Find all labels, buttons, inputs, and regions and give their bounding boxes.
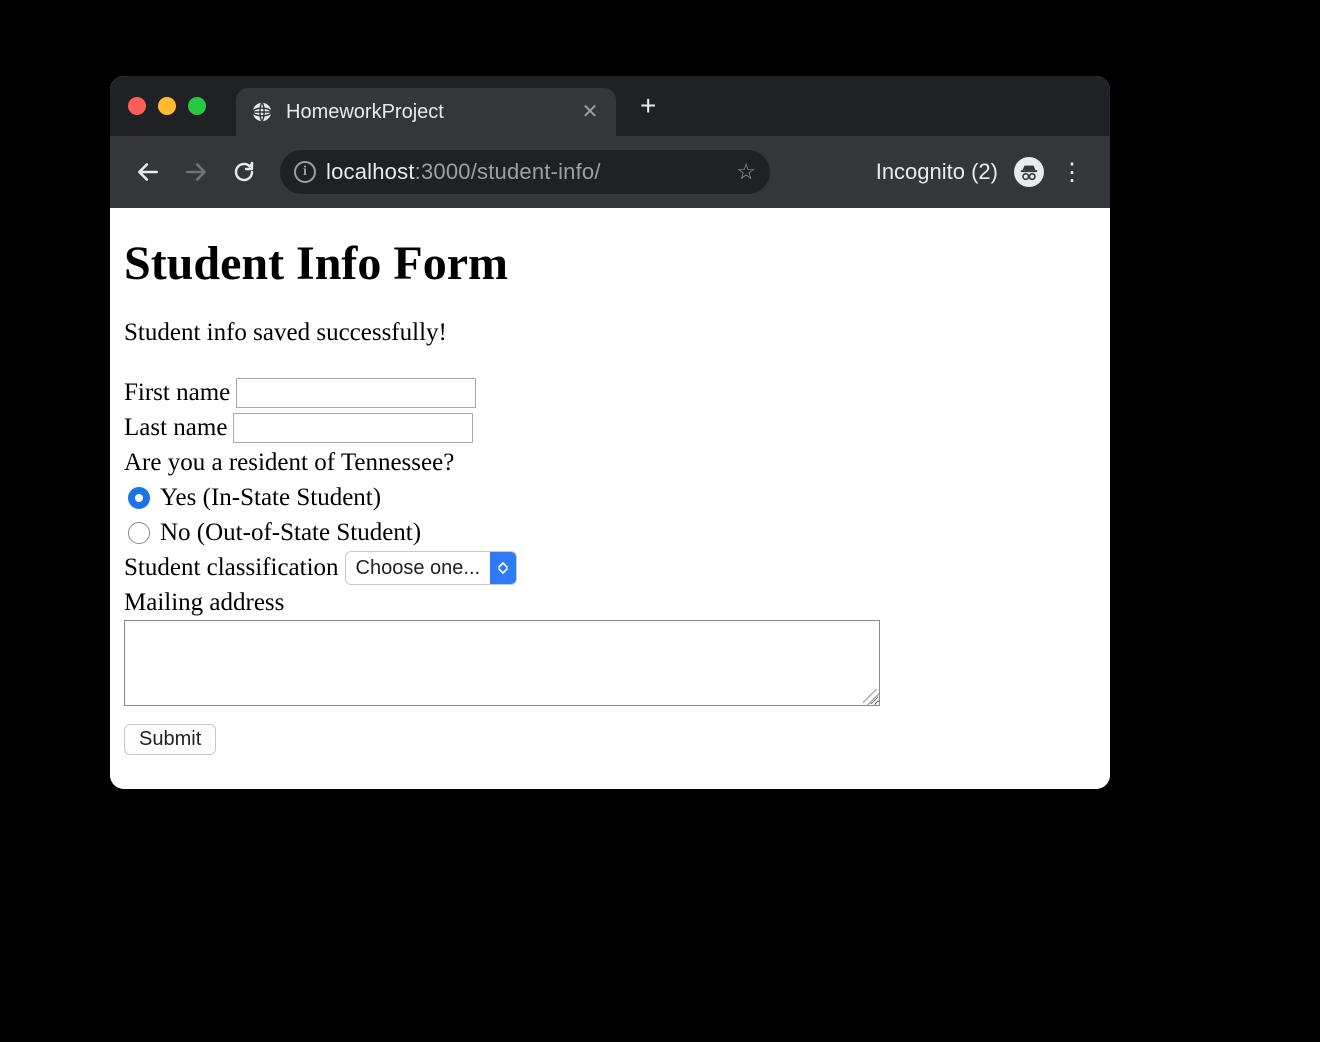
page-title: Student Info Form (124, 236, 1096, 291)
mailing-address-textarea[interactable] (124, 620, 880, 706)
minimize-window-button[interactable] (158, 97, 176, 115)
first-name-input[interactable] (236, 378, 476, 408)
url-text: localhost:3000/student-info/ (326, 159, 726, 185)
status-message: Student info saved successfully! (124, 319, 1096, 347)
incognito-icon[interactable] (1014, 157, 1044, 187)
tab-strip: HomeworkProject ✕ + (110, 76, 1110, 136)
residency-yes-radio[interactable] (128, 487, 150, 509)
window-controls (128, 97, 206, 115)
mailing-address-label: Mailing address (124, 585, 1096, 620)
site-info-icon[interactable]: i (294, 161, 316, 183)
browser-tab[interactable]: HomeworkProject ✕ (236, 88, 616, 136)
last-name-row: Last name (124, 410, 1096, 445)
classification-select[interactable]: Choose one... (345, 551, 518, 585)
close-tab-icon[interactable]: ✕ (580, 102, 600, 122)
browser-toolbar: i localhost:3000/student-info/ ☆ Incogni… (110, 136, 1110, 208)
browser-window: HomeworkProject ✕ + i localhost:3000/stu… (110, 76, 1110, 789)
page-content: Student Info Form Student info saved suc… (110, 208, 1110, 789)
residency-yes-row: Yes (In-State Student) (128, 480, 1096, 515)
close-window-button[interactable] (128, 97, 146, 115)
residency-yes-label: Yes (In-State Student) (160, 480, 381, 515)
bookmark-star-icon[interactable]: ☆ (736, 159, 756, 185)
forward-button[interactable] (176, 152, 216, 192)
url-path: :3000/student-info/ (415, 159, 601, 184)
globe-icon (250, 100, 274, 124)
classification-selected: Choose one... (346, 554, 491, 582)
residency-no-label: No (Out-of-State Student) (160, 515, 421, 550)
submit-button[interactable]: Submit (124, 724, 216, 755)
new-tab-button[interactable]: + (626, 92, 670, 120)
first-name-label: First name (124, 375, 230, 410)
residency-no-radio[interactable] (128, 522, 150, 544)
residency-question: Are you a resident of Tennessee? (124, 445, 1096, 480)
maximize-window-button[interactable] (188, 97, 206, 115)
last-name-input[interactable] (233, 413, 473, 443)
reload-button[interactable] (224, 152, 264, 192)
last-name-label: Last name (124, 410, 227, 445)
address-bar[interactable]: i localhost:3000/student-info/ ☆ (280, 150, 770, 194)
select-chevrons-icon (490, 552, 516, 584)
first-name-row: First name (124, 375, 1096, 410)
browser-menu-button[interactable]: ⋮ (1052, 158, 1092, 187)
incognito-label: Incognito (2) (876, 159, 998, 185)
classification-row: Student classification Choose one... (124, 550, 1096, 585)
url-host: localhost (326, 159, 415, 184)
tab-title: HomeworkProject (286, 101, 568, 124)
back-button[interactable] (128, 152, 168, 192)
classification-label: Student classification (124, 550, 339, 585)
residency-no-row: No (Out-of-State Student) (128, 515, 1096, 550)
